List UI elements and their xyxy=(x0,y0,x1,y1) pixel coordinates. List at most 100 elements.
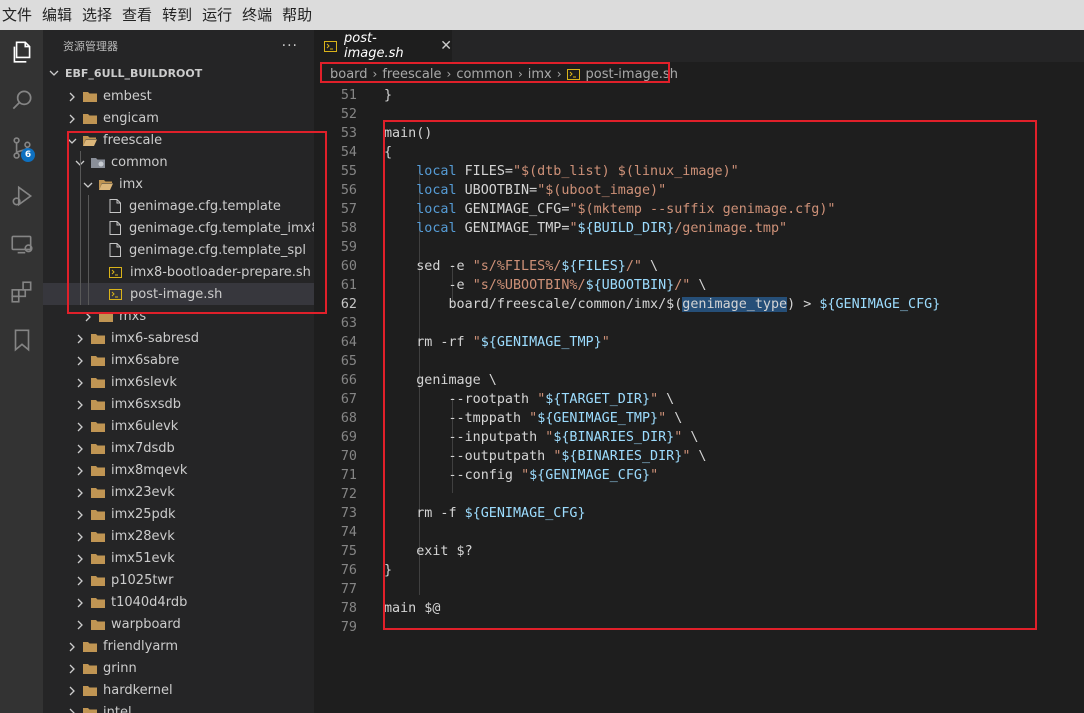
bookmarks-icon[interactable] xyxy=(0,320,43,360)
code-text: local FILES="$(dtb_list) $(linux_image)" xyxy=(384,162,738,181)
run-debug-icon[interactable] xyxy=(0,176,43,216)
tree-item-label: t1040d4rdb xyxy=(111,594,188,610)
line-number: 64 xyxy=(340,335,357,350)
line-number: 68 xyxy=(340,411,357,426)
tree-folder-imx51evk[interactable]: imx51evk xyxy=(43,547,314,569)
line-number: 52 xyxy=(340,107,357,122)
line-number: 63 xyxy=(340,316,357,331)
code-line: 52 xyxy=(314,105,1084,124)
code-editor[interactable]: 51} 52 53 main() 54 {55 local FILES="$(dtb_li… xyxy=(314,86,1084,713)
code-line: 74 xyxy=(314,523,1084,542)
tree-folder-intel[interactable]: intel xyxy=(43,701,314,713)
menu-item[interactable]: 文件 xyxy=(0,0,39,30)
breadcrumb-item[interactable]: common xyxy=(456,67,513,82)
activity-bar: 6 xyxy=(0,30,43,713)
code-token: GENIMAGE_TMP= xyxy=(456,221,570,236)
indent-guide xyxy=(80,151,81,305)
line-number: 79 xyxy=(340,620,357,635)
code-line: 62 board/freescale/common/imx/$(genimage… xyxy=(314,295,1084,314)
shell-file-icon xyxy=(109,288,122,300)
explorer-title: 资源管理器 xyxy=(63,40,118,53)
menu-item[interactable]: 选择 xyxy=(79,0,119,30)
tree-folder-imx25pdk[interactable]: imx25pdk xyxy=(43,503,314,525)
tree-folder-warpboard[interactable]: warpboard xyxy=(43,613,314,635)
tree-folder-imx28evk[interactable]: imx28evk xyxy=(43,525,314,547)
file-icon xyxy=(109,243,121,257)
code-line: 72 xyxy=(314,485,1084,504)
breadcrumb-item[interactable]: freescale xyxy=(382,67,441,82)
tree-folder-imx6sxsdb[interactable]: imx6sxsdb xyxy=(43,393,314,415)
menu-item[interactable]: 查看 xyxy=(119,0,159,30)
line-number: 56 xyxy=(340,183,357,198)
code-token: local xyxy=(416,221,457,236)
code-text: --config "${GENIMAGE_CFG}" xyxy=(384,466,658,485)
code-token: " xyxy=(521,468,530,483)
tree-folder-imx[interactable]: imx xyxy=(43,173,314,195)
extensions-icon[interactable] xyxy=(0,272,43,312)
tree-folder-imx6sabre[interactable]: imx6sabre xyxy=(43,349,314,371)
tree-folder-p1025twr[interactable]: p1025twr xyxy=(43,569,314,591)
tree-folder-imx6ulevk[interactable]: imx6ulevk xyxy=(43,415,314,437)
tree-folder-common[interactable]: common xyxy=(43,151,314,173)
tree-file-post-image-sh[interactable]: post-image.sh xyxy=(43,283,314,305)
folder-icon xyxy=(91,421,105,432)
close-icon[interactable]: ✕ xyxy=(440,38,452,54)
menu-item[interactable]: 运行 xyxy=(199,0,239,30)
line-number: 59 xyxy=(340,240,357,255)
more-actions-icon[interactable]: ··· xyxy=(282,38,298,54)
breadcrumb: board › freescale › common › imx › post-… xyxy=(314,62,1084,86)
tree-folder-engicam[interactable]: engicam xyxy=(43,107,314,129)
tree-file-genimage-cfg-template-imx8[interactable]: genimage.cfg.template_imx8 xyxy=(43,217,314,239)
folder-icon xyxy=(91,333,105,344)
line-number: 69 xyxy=(340,430,357,445)
breadcrumb-item[interactable]: post-image.sh xyxy=(586,67,678,82)
tree-file-imx8-bootloader-prepare-sh[interactable]: imx8-bootloader-prepare.sh xyxy=(43,261,314,283)
folder-icon xyxy=(99,311,113,322)
tree-folder-friendlyarm[interactable]: friendlyarm xyxy=(43,635,314,657)
line-number: 71 xyxy=(340,468,357,483)
tree-folder-mxs[interactable]: mxs xyxy=(43,305,314,327)
folder-icon xyxy=(91,157,105,168)
tree-folder-freescale[interactable]: freescale xyxy=(43,129,314,151)
tree-file-genimage-cfg-template[interactable]: genimage.cfg.template xyxy=(43,195,314,217)
breadcrumb-item[interactable]: imx xyxy=(528,67,552,82)
code-line: 51} xyxy=(314,86,1084,105)
search-icon[interactable] xyxy=(0,80,43,120)
tree-file-genimage-cfg-template-spl[interactable]: genimage.cfg.template_spl xyxy=(43,239,314,261)
code-token: \ xyxy=(690,449,707,464)
folder-icon xyxy=(91,531,105,542)
code-text: exit $? xyxy=(384,542,472,561)
workspace-root[interactable]: EBF_6ULL_BUILDROOT xyxy=(43,62,314,84)
breadcrumb-item[interactable]: board xyxy=(330,67,368,82)
menu-item[interactable]: 转到 xyxy=(159,0,199,30)
code-line: 78 main $@ xyxy=(314,599,1084,618)
tab-post-image-sh[interactable]: post-image.sh ✕ xyxy=(314,30,452,62)
tree-folder-imx6-sabresd[interactable]: imx6-sabresd xyxy=(43,327,314,349)
menu-item[interactable]: 编辑 xyxy=(39,0,79,30)
tree-folder-grinn[interactable]: grinn xyxy=(43,657,314,679)
chevron-right-icon xyxy=(67,91,77,102)
tree-folder-hardkernel[interactable]: hardkernel xyxy=(43,679,314,701)
code-token: ${GENIMAGE_TMP} xyxy=(537,411,659,426)
explorer-icon[interactable] xyxy=(0,32,43,72)
tree-folder-imx23evk[interactable]: imx23evk xyxy=(43,481,314,503)
chevron-right-icon xyxy=(75,553,85,564)
code-line: 60 sed -e "s/%FILES%/${FILES}/" \ xyxy=(314,257,1084,276)
code-token: local xyxy=(416,183,457,198)
tree-folder-imx6slevk[interactable]: imx6slevk xyxy=(43,371,314,393)
tree-folder-imx7dsdb[interactable]: imx7dsdb xyxy=(43,437,314,459)
code-text: --outputpath "${BINARIES_DIR}" \ xyxy=(384,447,707,466)
remote-explorer-icon[interactable] xyxy=(0,224,43,264)
menu-item[interactable]: 终端 xyxy=(239,0,279,30)
tree-folder-imx8mqevk[interactable]: imx8mqevk xyxy=(43,459,314,481)
tree-folder-t1040d4rdb[interactable]: t1040d4rdb xyxy=(43,591,314,613)
source-control-icon[interactable]: 6 xyxy=(0,128,43,168)
tree-folder-embest[interactable]: embest xyxy=(43,85,314,107)
line-number: 62 xyxy=(340,297,357,312)
folder-icon xyxy=(83,685,97,696)
code-token: ${FILES} xyxy=(561,259,626,274)
menu-item[interactable]: 帮助 xyxy=(279,0,319,30)
